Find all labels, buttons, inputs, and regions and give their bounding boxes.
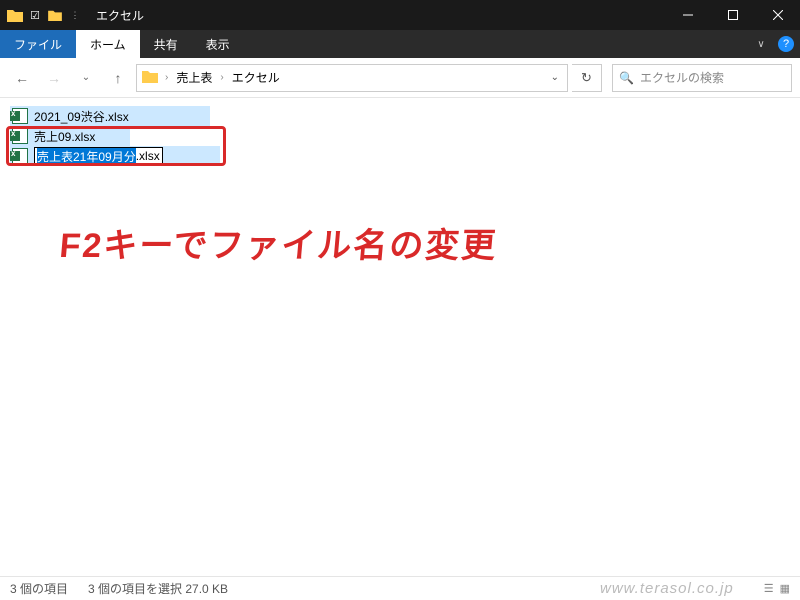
- watermark: www.terasol.co.jp: [600, 580, 734, 597]
- excel-file-icon: [12, 148, 28, 164]
- forward-button[interactable]: →: [40, 64, 68, 92]
- annotation-text: F2キーでファイル名の変更: [58, 218, 500, 267]
- help-icon: ?: [778, 36, 794, 52]
- list-item[interactable]: 売上09.xlsx: [10, 126, 130, 146]
- tab-view[interactable]: 表示: [192, 30, 244, 58]
- address-bar[interactable]: › 売上表 › エクセル ⌄: [136, 64, 568, 92]
- chevron-right-icon[interactable]: ›: [220, 72, 223, 83]
- search-placeholder: エクセルの検索: [640, 69, 724, 86]
- back-button[interactable]: ←: [8, 64, 36, 92]
- file-list-pane[interactable]: 2021_09渋谷.xlsx 売上09.xlsx 売上表21年09月分.xlsx…: [0, 98, 800, 576]
- file-name: 売上09.xlsx: [34, 128, 95, 145]
- list-item-renaming[interactable]: 売上表21年09月分.xlsx: [10, 146, 220, 166]
- status-selection: 3 個の項目を選択 27.0 KB: [88, 580, 228, 597]
- chevron-right-icon[interactable]: ›: [165, 72, 168, 83]
- status-item-count: 3 個の項目: [10, 580, 68, 597]
- properties-icon[interactable]: ☑: [26, 6, 44, 24]
- thumbnails-view-icon[interactable]: ▦: [780, 582, 790, 595]
- folder-icon: [141, 69, 159, 86]
- tab-file[interactable]: ファイル: [0, 30, 76, 58]
- details-view-icon[interactable]: ☰: [764, 582, 774, 595]
- rename-selected-text: 売上表21年09月分: [37, 148, 136, 165]
- excel-file-icon: [12, 128, 28, 144]
- close-button[interactable]: [755, 0, 800, 30]
- ribbon-tabs: ファイル ホーム 共有 表示 ∨ ?: [0, 30, 800, 58]
- search-input[interactable]: 🔍 エクセルの検索: [612, 64, 792, 92]
- help-button[interactable]: ?: [772, 30, 800, 58]
- ribbon-expand-icon[interactable]: ∨: [750, 30, 772, 58]
- window-titlebar: ☑ ⋮ エクセル: [0, 0, 800, 30]
- breadcrumb[interactable]: エクセル: [230, 69, 282, 86]
- up-button[interactable]: ↑: [104, 64, 132, 92]
- recent-dropdown-icon[interactable]: ⌄: [72, 64, 100, 92]
- breadcrumb[interactable]: 売上表: [174, 69, 214, 86]
- file-name: 2021_09渋谷.xlsx: [34, 108, 129, 125]
- list-item[interactable]: 2021_09渋谷.xlsx: [10, 106, 210, 126]
- tab-home[interactable]: ホーム: [76, 30, 140, 58]
- window-title: エクセル: [90, 7, 665, 24]
- address-dropdown-icon[interactable]: ⌄: [547, 72, 563, 83]
- quick-access-toolbar: ☑ ⋮: [0, 6, 90, 24]
- search-icon: 🔍: [619, 71, 634, 85]
- folder-icon: [6, 6, 24, 24]
- rename-input[interactable]: 売上表21年09月分.xlsx: [34, 147, 163, 165]
- tab-share[interactable]: 共有: [140, 30, 192, 58]
- navigation-bar: ← → ⌄ ↑ › 売上表 › エクセル ⌄ ↻ 🔍 エクセルの検索: [0, 58, 800, 98]
- refresh-button[interactable]: ↻: [572, 64, 602, 92]
- rename-extension: .xlsx: [136, 149, 160, 163]
- folder-small-icon: [46, 6, 64, 24]
- minimize-button[interactable]: [665, 0, 710, 30]
- maximize-button[interactable]: [710, 0, 755, 30]
- status-bar: 3 個の項目 3 個の項目を選択 27.0 KB www.terasol.co.…: [0, 576, 800, 600]
- qat-dropdown-icon[interactable]: ⋮: [66, 6, 84, 24]
- window-controls: [665, 0, 800, 30]
- excel-file-icon: [12, 108, 28, 124]
